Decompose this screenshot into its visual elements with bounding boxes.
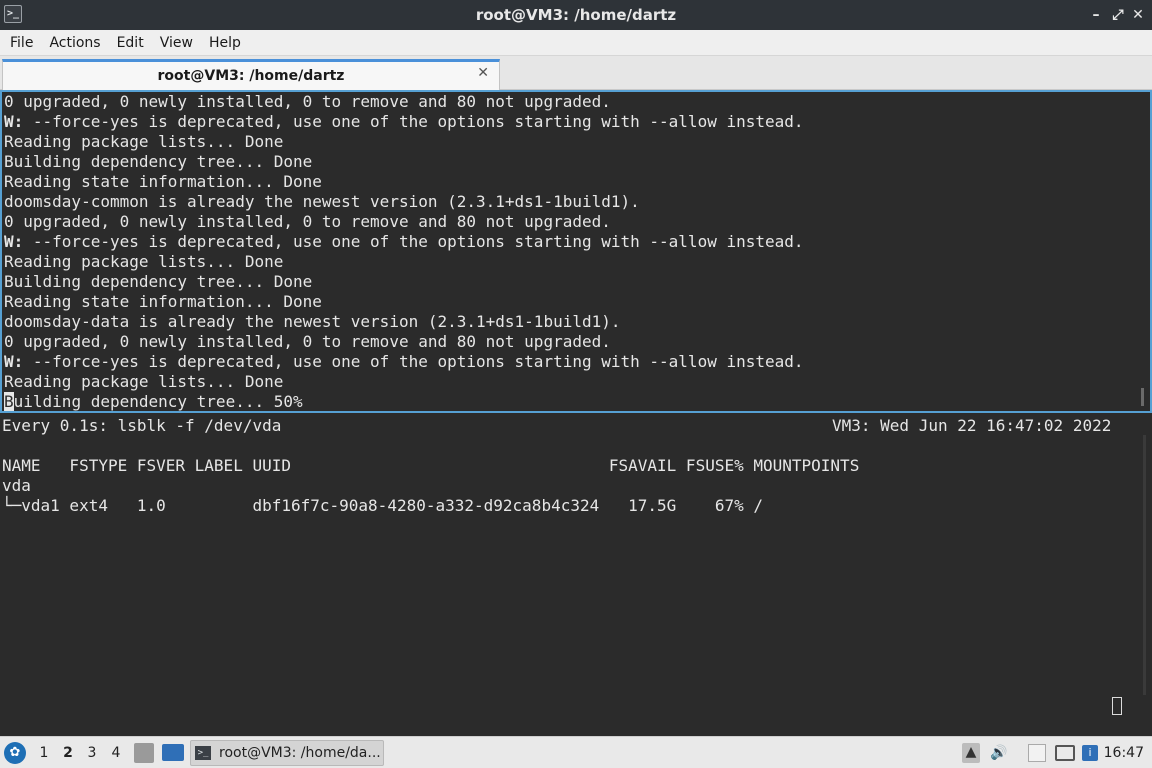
tab-bar: root@VM3: /home/dartz ✕	[0, 56, 1152, 90]
terminal-line: 0 upgraded, 0 newly installed, 0 to remo…	[4, 92, 611, 111]
terminal-line: 0 upgraded, 0 newly installed, 0 to remo…	[4, 212, 611, 231]
file-manager-icon[interactable]	[134, 743, 154, 763]
table-row: └─vda1 ext4 1.0 dbf16f7c-90a8-4280-a332-…	[2, 496, 763, 515]
workspace-2[interactable]: 2	[58, 737, 78, 768]
terminal-icon: >_	[195, 746, 211, 760]
terminal-line: 0 upgraded, 0 newly installed, 0 to remo…	[4, 332, 611, 351]
menu-bar: File Actions Edit View Help	[0, 30, 1152, 56]
workspace-1[interactable]: 1	[34, 737, 54, 768]
terminal-pane-top[interactable]: 0 upgraded, 0 newly installed, 0 to remo…	[0, 90, 1152, 413]
desktop-icon[interactable]	[162, 744, 184, 761]
terminal-line-text: uilding dependency tree... 50%	[13, 392, 303, 411]
task-label: root@VM3: /home/da...	[219, 745, 381, 761]
terminal-line: Reading package lists... Done	[4, 252, 284, 271]
text-cursor: B	[4, 392, 14, 411]
tab-close-icon[interactable]: ✕	[477, 65, 489, 81]
terminal-line-text: --force-yes is deprecated, use one of th…	[23, 232, 804, 251]
workspace-4[interactable]: 4	[106, 737, 126, 768]
watch-header: Every 0.1s: lsblk -f /dev/vda	[2, 416, 282, 435]
clipboard-icon[interactable]	[1028, 744, 1046, 762]
window-title: root@VM3: /home/dartz	[475, 6, 677, 24]
distro-logo-icon[interactable]: ✿	[4, 742, 26, 764]
menu-help[interactable]: Help	[201, 35, 249, 51]
terminal-line: Building dependency tree... 50%	[4, 392, 303, 411]
terminal-line: Reading package lists... Done	[4, 132, 284, 151]
network-icon[interactable]	[1055, 745, 1075, 761]
menu-file[interactable]: File	[2, 35, 41, 51]
terminal-line: doomsday-common is already the newest ve…	[4, 192, 640, 211]
terminal-line: Reading state information... Done	[4, 292, 322, 311]
table-row: vda	[2, 476, 31, 495]
terminal-line: W: --force-yes is deprecated, use one of…	[4, 352, 804, 371]
text-cursor	[1112, 697, 1122, 715]
info-icon[interactable]: i	[1082, 745, 1098, 761]
table-header: NAME FSTYPE FSVER LABEL UUID FSAVAIL FSU…	[2, 456, 860, 475]
scrollbar[interactable]	[1143, 435, 1146, 695]
terminal-line: Reading state information... Done	[4, 172, 322, 191]
volume-icon[interactable]: 🔊	[990, 744, 1008, 762]
close-button[interactable]: ✕	[1128, 5, 1148, 25]
scrollbar[interactable]	[1141, 388, 1144, 406]
terminal-line: W: --force-yes is deprecated, use one of…	[4, 112, 804, 131]
terminal-line-text: --force-yes is deprecated, use one of th…	[23, 352, 804, 371]
terminal-line: Building dependency tree... Done	[4, 272, 313, 291]
menu-view[interactable]: View	[152, 35, 201, 51]
terminal-line: W: --force-yes is deprecated, use one of…	[4, 232, 804, 251]
tab-label: root@VM3: /home/dartz	[157, 68, 345, 84]
terminal-line: doomsday-data is already the newest vers…	[4, 312, 621, 331]
workspace-3[interactable]: 3	[82, 737, 102, 768]
menu-actions[interactable]: Actions	[41, 35, 108, 51]
window-titlebar: >_ root@VM3: /home/dartz – ⤢ ✕	[0, 0, 1152, 30]
update-notifier-icon[interactable]: ▲	[962, 743, 980, 763]
clock[interactable]: 16:47	[1104, 737, 1144, 768]
watch-status: VM3: Wed Jun 22 16:47:02 2022	[832, 416, 1112, 435]
terminal-line-text: --force-yes is deprecated, use one of th…	[23, 112, 804, 131]
terminal-line: Reading package lists... Done	[4, 372, 284, 391]
maximize-button[interactable]: ⤢	[1108, 5, 1128, 25]
minimize-button[interactable]: –	[1086, 5, 1106, 25]
terminal-icon: >_	[4, 5, 22, 23]
terminal-line: Building dependency tree... Done	[4, 152, 313, 171]
tab-terminal[interactable]: root@VM3: /home/dartz ✕	[2, 59, 500, 90]
terminal-pane-bottom[interactable]: Every 0.1s: lsblk -f /dev/vda VM3: Wed J…	[0, 415, 1152, 734]
taskbar: ✿ 1 2 3 4 >_ root@VM3: /home/da... ▲ 🔊 i…	[0, 736, 1152, 768]
taskbar-task-terminal[interactable]: >_ root@VM3: /home/da...	[190, 740, 384, 766]
menu-edit[interactable]: Edit	[109, 35, 152, 51]
